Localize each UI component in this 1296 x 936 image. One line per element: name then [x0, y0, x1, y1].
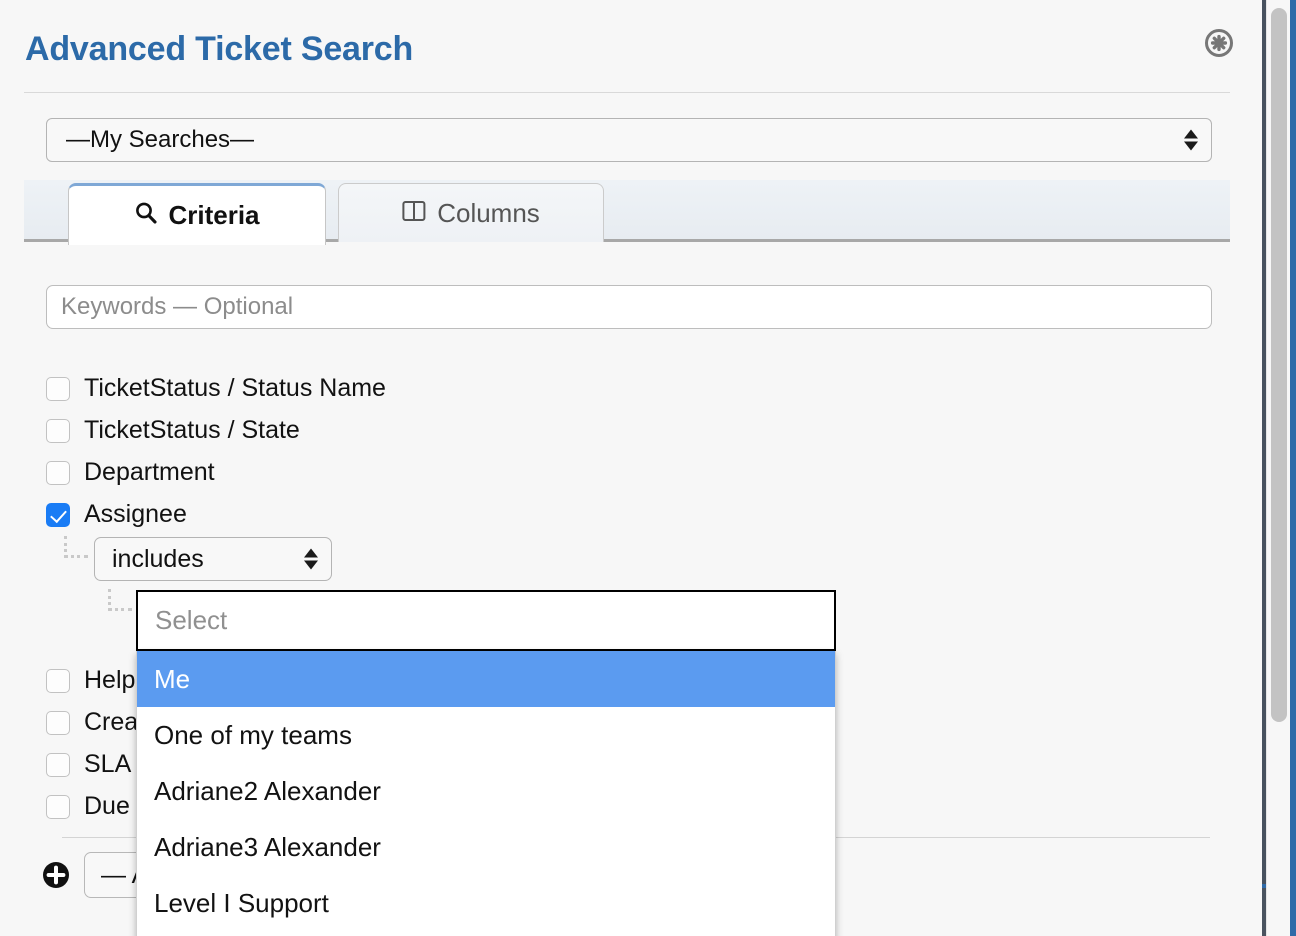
option-me[interactable]: Me — [137, 651, 835, 707]
tree-connector-icon — [108, 589, 134, 619]
tab-bar: Criteria Columns — [24, 180, 1230, 242]
tab-columns-label: Columns — [437, 198, 540, 229]
checkbox[interactable] — [46, 503, 70, 527]
tab-criteria[interactable]: Criteria — [68, 183, 326, 245]
criterion-label: Assignee — [84, 500, 187, 529]
checkbox[interactable] — [46, 461, 70, 485]
advanced-ticket-search-dialog: Advanced Ticket Search —My Searches— Cri… — [0, 0, 1262, 936]
tab-columns[interactable]: Columns — [338, 183, 604, 242]
checkbox[interactable] — [46, 711, 70, 735]
checkbox[interactable] — [46, 753, 70, 777]
assignee-value-input[interactable]: Select — [136, 590, 836, 651]
stepper-arrows-icon — [1184, 130, 1198, 151]
criterion-created[interactable]: Crea — [46, 708, 138, 737]
checkbox[interactable] — [46, 669, 70, 693]
assignee-value-placeholder: Select — [155, 605, 227, 636]
criterion-sla[interactable]: SLA — [46, 750, 131, 779]
title-divider — [24, 92, 1230, 93]
checkbox[interactable] — [46, 795, 70, 819]
page-title: Advanced Ticket Search — [25, 30, 413, 69]
criterion-label: Crea — [84, 708, 138, 737]
assignee-value-combobox: Select Me One of my teams Adriane2 Alexa… — [136, 590, 836, 936]
search-icon — [134, 200, 157, 231]
keywords-input[interactable]: Keywords — Optional — [46, 285, 1212, 329]
checkbox[interactable] — [46, 377, 70, 401]
assignee-options-list: Me One of my teams Adriane2 Alexander Ad… — [136, 651, 836, 936]
criterion-ticketstatus-status-name[interactable]: TicketStatus / Status Name — [46, 374, 386, 403]
vertical-scrollbar[interactable] — [1266, 0, 1290, 936]
option-level-i-support[interactable]: Level I Support — [137, 875, 835, 931]
criterion-label: Department — [84, 458, 215, 487]
scrollbar-thumb[interactable] — [1271, 8, 1287, 722]
criterion-label: SLA — [84, 750, 131, 779]
keywords-placeholder: Keywords — Optional — [61, 293, 293, 321]
criterion-due[interactable]: Due — [46, 792, 130, 821]
close-icon[interactable] — [1204, 28, 1234, 58]
columns-icon — [402, 198, 426, 229]
stepper-arrows-icon — [304, 549, 318, 570]
option-adriane3-alexander[interactable]: Adriane3 Alexander — [137, 819, 835, 875]
option-adriane2-alexander[interactable]: Adriane2 Alexander — [137, 763, 835, 819]
criterion-label: Help — [84, 666, 135, 695]
criterion-ticketstatus-state[interactable]: TicketStatus / State — [46, 416, 300, 445]
criterion-assignee[interactable]: Assignee — [46, 500, 187, 529]
tree-connector-icon — [64, 536, 90, 566]
saved-searches-select[interactable]: —My Searches— — [46, 118, 1212, 162]
assignee-operator-value: includes — [112, 545, 204, 574]
tab-criteria-label: Criteria — [168, 200, 259, 231]
assignee-operator-select[interactable]: includes — [94, 537, 332, 581]
checkbox[interactable] — [46, 419, 70, 443]
criterion-label: TicketStatus / State — [84, 416, 300, 445]
criterion-label: Due — [84, 792, 130, 821]
criterion-help[interactable]: Help — [46, 666, 135, 695]
option-one-of-my-teams[interactable]: One of my teams — [137, 707, 835, 763]
criterion-label: TicketStatus / Status Name — [84, 374, 386, 403]
criterion-department[interactable]: Department — [46, 458, 215, 487]
saved-searches-value: —My Searches— — [66, 126, 254, 154]
window-accent-edge — [1290, 0, 1296, 936]
plus-circle-icon[interactable] — [42, 861, 70, 889]
